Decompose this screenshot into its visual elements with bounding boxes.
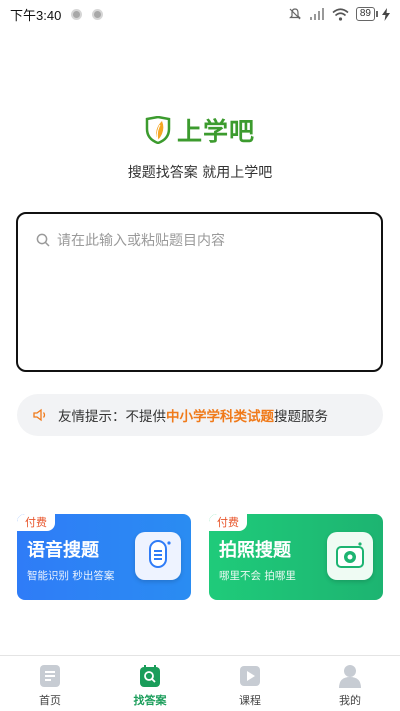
tab-courses[interactable]: 课程 [200, 656, 300, 711]
slogan: 搜题找答案 就用上学吧 [127, 165, 273, 181]
leaf-shield-icon [145, 116, 171, 144]
tab-label: 我的 [339, 694, 361, 707]
card-title: 拍照搜题 [219, 540, 291, 561]
notification-dot-icon [71, 8, 83, 20]
card-title: 语音搜题 [27, 540, 99, 561]
microphone-icon [135, 532, 181, 580]
status-icons: 89 [288, 7, 390, 21]
notice-text: 友情提示：不提供中小学学科类试题搜题服务 [58, 405, 328, 425]
app-logo: 上学吧 [0, 112, 400, 148]
photo-search-card[interactable]: 付费 拍照搜题 哪里不会 拍哪里 [209, 514, 383, 600]
notification-dot-icon [92, 8, 104, 20]
camera-icon [327, 532, 373, 580]
tab-home[interactable]: 首页 [0, 656, 100, 711]
search-placeholder: 请在此输入或粘贴题目内容 [57, 233, 225, 249]
search-icon [36, 233, 50, 247]
notice-bar: 友情提示：不提供中小学学科类试题搜题服务 [17, 394, 383, 436]
question-input-box[interactable]: 请在此输入或粘贴题目内容 [16, 212, 383, 372]
notice-prefix: 友情提示：不提供 [58, 409, 166, 425]
charging-icon [382, 7, 390, 21]
paid-badge: 付费 [209, 514, 247, 531]
search-answer-icon [140, 665, 160, 687]
signal-icon [309, 8, 324, 20]
tab-profile[interactable]: 我的 [300, 656, 400, 711]
mute-icon [288, 8, 301, 20]
document-icon [40, 665, 60, 687]
tab-label: 首页 [39, 694, 61, 707]
tab-label: 课程 [239, 694, 261, 707]
user-icon [339, 665, 361, 688]
status-time: 下午3:40 [10, 7, 62, 23]
notice-suffix: 搜题服务 [274, 409, 328, 425]
battery-indicator: 89 [355, 7, 379, 21]
bottom-tab-bar: 首页 找答案 课程 我的 [0, 655, 400, 711]
speaker-icon [33, 408, 46, 422]
paid-badge: 付费 [17, 514, 55, 531]
search-row: 请在此输入或粘贴题目内容 [36, 230, 363, 250]
status-bar: 下午3:40 89 [0, 0, 400, 28]
tab-find-answer[interactable]: 找答案 [100, 656, 200, 711]
voice-search-card[interactable]: 付费 语音搜题 智能识别 秒出答案 [17, 514, 191, 600]
card-subtitle: 智能识别 秒出答案 [27, 570, 115, 582]
tab-label: 找答案 [133, 694, 167, 707]
card-subtitle: 哪里不会 拍哪里 [219, 570, 296, 582]
wifi-icon [332, 7, 349, 21]
play-icon [240, 666, 260, 686]
notice-highlight: 中小学学科类试题 [166, 409, 274, 425]
logo-text: 上学吧 [176, 117, 255, 146]
